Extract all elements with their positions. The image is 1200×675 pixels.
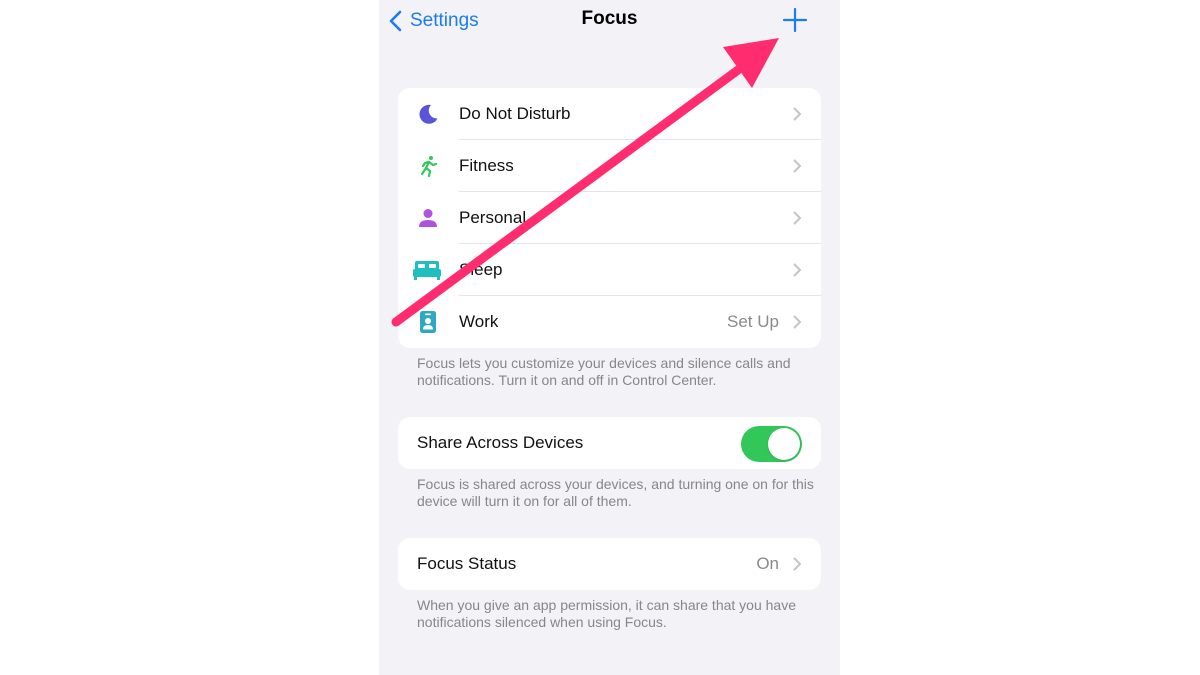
chevron-right-icon	[793, 107, 801, 121]
share-across-devices-label: Share Across Devices	[417, 433, 584, 452]
moon-icon	[416, 102, 440, 126]
person-icon	[416, 206, 440, 230]
share-description: Focus is shared across your devices, and…	[417, 476, 814, 509]
toggle-knob	[768, 428, 800, 460]
focus-mode-label: Fitness	[459, 156, 514, 175]
work-setup-value: Set Up	[727, 312, 779, 331]
focus-mode-personal[interactable]: Personal	[398, 192, 821, 244]
id-badge-icon	[416, 310, 440, 334]
focus-mode-label: Do Not Disturb	[459, 104, 571, 123]
focus-mode-label: Sleep	[459, 260, 503, 279]
focus-mode-work[interactable]: Work Set Up	[398, 296, 821, 348]
share-across-devices-group: Share Across Devices	[398, 417, 821, 469]
running-figure-icon	[416, 154, 440, 178]
plus-icon	[782, 7, 808, 33]
focus-mode-do-not-disturb[interactable]: Do Not Disturb	[398, 88, 821, 140]
share-across-devices-toggle[interactable]	[741, 426, 802, 462]
focus-modes-list: Do Not Disturb Fitness Personal Sleep Wo…	[398, 88, 821, 348]
settings-screen: Settings Focus Do Not Disturb Fitness Pe…	[379, 0, 840, 675]
focus-mode-label: Personal	[459, 208, 527, 227]
share-across-devices-row: Share Across Devices	[398, 417, 821, 469]
focus-mode-fitness[interactable]: Fitness	[398, 140, 821, 192]
chevron-right-icon	[793, 263, 801, 277]
focus-description: Focus lets you customize your devices an…	[417, 355, 791, 388]
focus-status-row[interactable]: Focus Status On	[398, 538, 821, 590]
focus-mode-sleep[interactable]: Sleep	[398, 244, 821, 296]
chevron-right-icon	[793, 557, 801, 571]
page-title: Focus	[581, 8, 638, 29]
focus-status-value: On	[756, 554, 779, 573]
focus-status-group: Focus Status On	[398, 538, 821, 590]
chevron-right-icon	[793, 211, 801, 225]
add-focus-button[interactable]	[781, 6, 809, 34]
chevron-right-icon	[793, 315, 801, 329]
bed-icon	[412, 258, 442, 282]
status-description: When you give an app permission, it can …	[417, 597, 796, 630]
focus-mode-label: Work	[459, 312, 499, 331]
focus-status-label: Focus Status	[417, 554, 517, 573]
chevron-right-icon	[793, 159, 801, 173]
